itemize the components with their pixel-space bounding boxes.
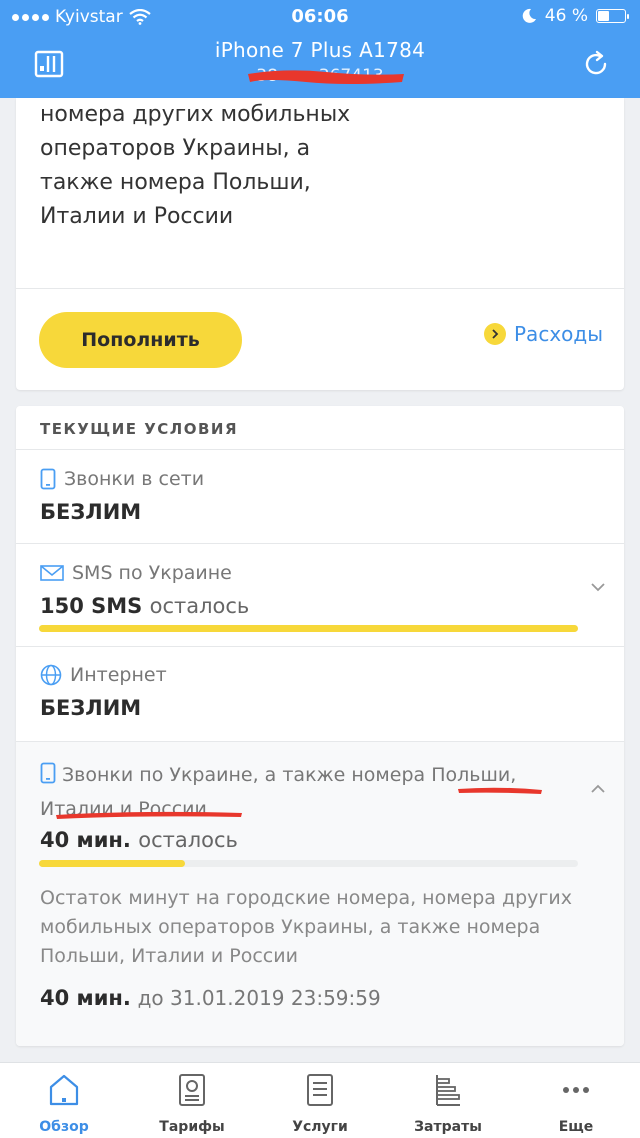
underline-mark: [56, 811, 242, 819]
tab-services[interactable]: Услуги: [256, 1063, 384, 1138]
tab-more[interactable]: Еще: [512, 1063, 640, 1138]
minutes-progress-bar: [39, 860, 578, 867]
chevron-right-icon: [484, 323, 506, 345]
tariff-description: номера других мобильных операторов Украи…: [40, 102, 351, 229]
redaction-mark: [248, 70, 404, 84]
sms-progress-bar: [39, 625, 578, 632]
battery-icon: [596, 9, 629, 23]
device-title: iPhone 7 Plus A1784: [214, 38, 426, 62]
divider: [16, 288, 624, 289]
globe-icon: [40, 664, 62, 686]
tariffs-icon: [179, 1074, 205, 1106]
tab-bar: Обзор Тарифы Услуги Затраты Еще: [0, 1062, 640, 1138]
battery-percent: 46 %: [544, 6, 588, 26]
progress-fill: [39, 625, 578, 632]
moon-icon: [522, 8, 536, 23]
divider: [16, 646, 624, 647]
divider: [16, 449, 624, 450]
mail-icon: [40, 565, 64, 581]
tab-overview[interactable]: Обзор: [0, 1063, 128, 1138]
expanded-condition[interactable]: Звонки по Украине, а также номера Польши…: [16, 742, 624, 1046]
minutes-note: Остаток минут на городские номера, номер…: [40, 887, 572, 967]
divider: [16, 543, 624, 544]
app-header: Kyivstar 06:06 46 % iPhone 7 Plus A1784 …: [0, 0, 640, 98]
condition-label: Интернет: [40, 664, 167, 686]
tab-tariffs[interactable]: Тарифы: [128, 1063, 256, 1138]
refresh-icon[interactable]: [582, 50, 610, 78]
section-title: ТЕКУЩИЕ УСЛОВИЯ: [40, 420, 239, 438]
conditions-card: ТЕКУЩИЕ УСЛОВИЯ Звонки в сети БЕЗЛИМ SMS…: [16, 406, 624, 1046]
expenses-link[interactable]: Расходы: [484, 322, 603, 346]
expenses-label: Расходы: [514, 322, 604, 346]
chevron-down-icon[interactable]: [590, 582, 606, 592]
phone-icon: [40, 468, 56, 490]
underline-mark: [458, 787, 542, 794]
phone-icon: [40, 762, 56, 784]
condition-label: Звонки в сети: [40, 468, 204, 490]
progress-fill: [39, 860, 185, 867]
condition-value: БЕЗЛИМ: [40, 500, 142, 524]
tab-expenses[interactable]: Затраты: [384, 1063, 512, 1138]
condition-label[interactable]: SMS по Украине: [40, 562, 232, 584]
home-icon: [49, 1074, 79, 1106]
topup-button[interactable]: Пополнить: [39, 312, 242, 368]
minutes-expiry: 40 мин. до 31.01.2019 23:59:59: [40, 986, 381, 1010]
status-bar: Kyivstar 06:06 46 %: [0, 0, 640, 34]
balance-card: номера других мобильных операторов Украи…: [16, 98, 624, 390]
expenses-icon: [436, 1075, 460, 1106]
condition-value: БЕЗЛИМ: [40, 696, 142, 720]
more-icon: [563, 1087, 589, 1093]
status-right: 46 %: [521, 6, 629, 26]
condition-value: 150 SMS осталось: [40, 594, 250, 618]
services-icon: [307, 1074, 333, 1106]
chevron-up-icon[interactable]: [590, 784, 606, 794]
condition-value: 40 мин. осталось: [40, 828, 238, 852]
